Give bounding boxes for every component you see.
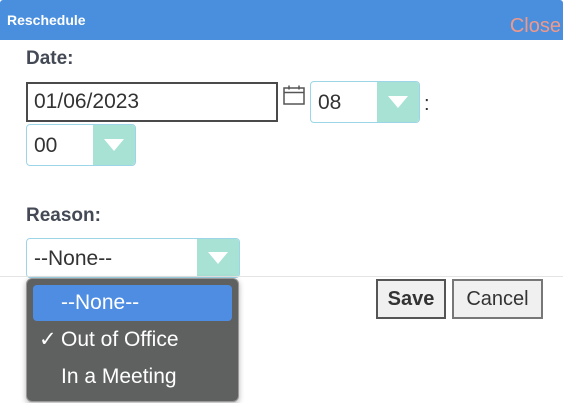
chevron-down-icon: [388, 96, 408, 108]
close-button[interactable]: Close: [510, 15, 561, 38]
reason-option-none[interactable]: --None--: [33, 285, 232, 321]
calendar-icon[interactable]: [283, 85, 305, 105]
reschedule-dialog: Reschedule Close Date: 01/06/2023 08 : 0…: [0, 0, 563, 403]
hour-value: 08: [318, 91, 342, 114]
option-label: --None--: [61, 291, 140, 314]
hour-select-arrow[interactable]: [377, 82, 419, 122]
option-label: Out of Office: [61, 328, 179, 351]
dialog-title: Reschedule: [7, 12, 86, 28]
date-label: Date:: [26, 48, 74, 69]
option-label: In a Meeting: [61, 365, 177, 388]
hour-select[interactable]: 08: [310, 81, 420, 123]
reason-option-out-of-office[interactable]: ✓ Out of Office: [33, 322, 232, 358]
reason-value: --None--: [34, 247, 113, 270]
minute-value: 00: [34, 134, 58, 157]
footer-divider: [0, 276, 563, 277]
minute-select[interactable]: 00: [26, 124, 136, 166]
minute-select-arrow[interactable]: [93, 125, 135, 165]
reason-select[interactable]: --None--: [26, 238, 240, 278]
date-field[interactable]: 01/06/2023: [26, 82, 278, 122]
reason-dropdown-list: --None-- ✓ Out of Office In a Meeting: [26, 278, 239, 402]
cancel-button[interactable]: Cancel: [452, 279, 543, 319]
chevron-down-icon: [208, 252, 228, 264]
reason-label: Reason:: [26, 205, 101, 226]
time-separator: :: [424, 93, 430, 115]
reason-option-in-a-meeting[interactable]: In a Meeting: [33, 359, 232, 395]
dialog-titlebar: Reschedule Close: [0, 0, 563, 40]
chevron-down-icon: [104, 139, 124, 151]
checkmark-icon: ✓: [39, 328, 57, 351]
save-button[interactable]: Save: [376, 279, 446, 319]
reason-select-arrow[interactable]: [197, 239, 239, 277]
